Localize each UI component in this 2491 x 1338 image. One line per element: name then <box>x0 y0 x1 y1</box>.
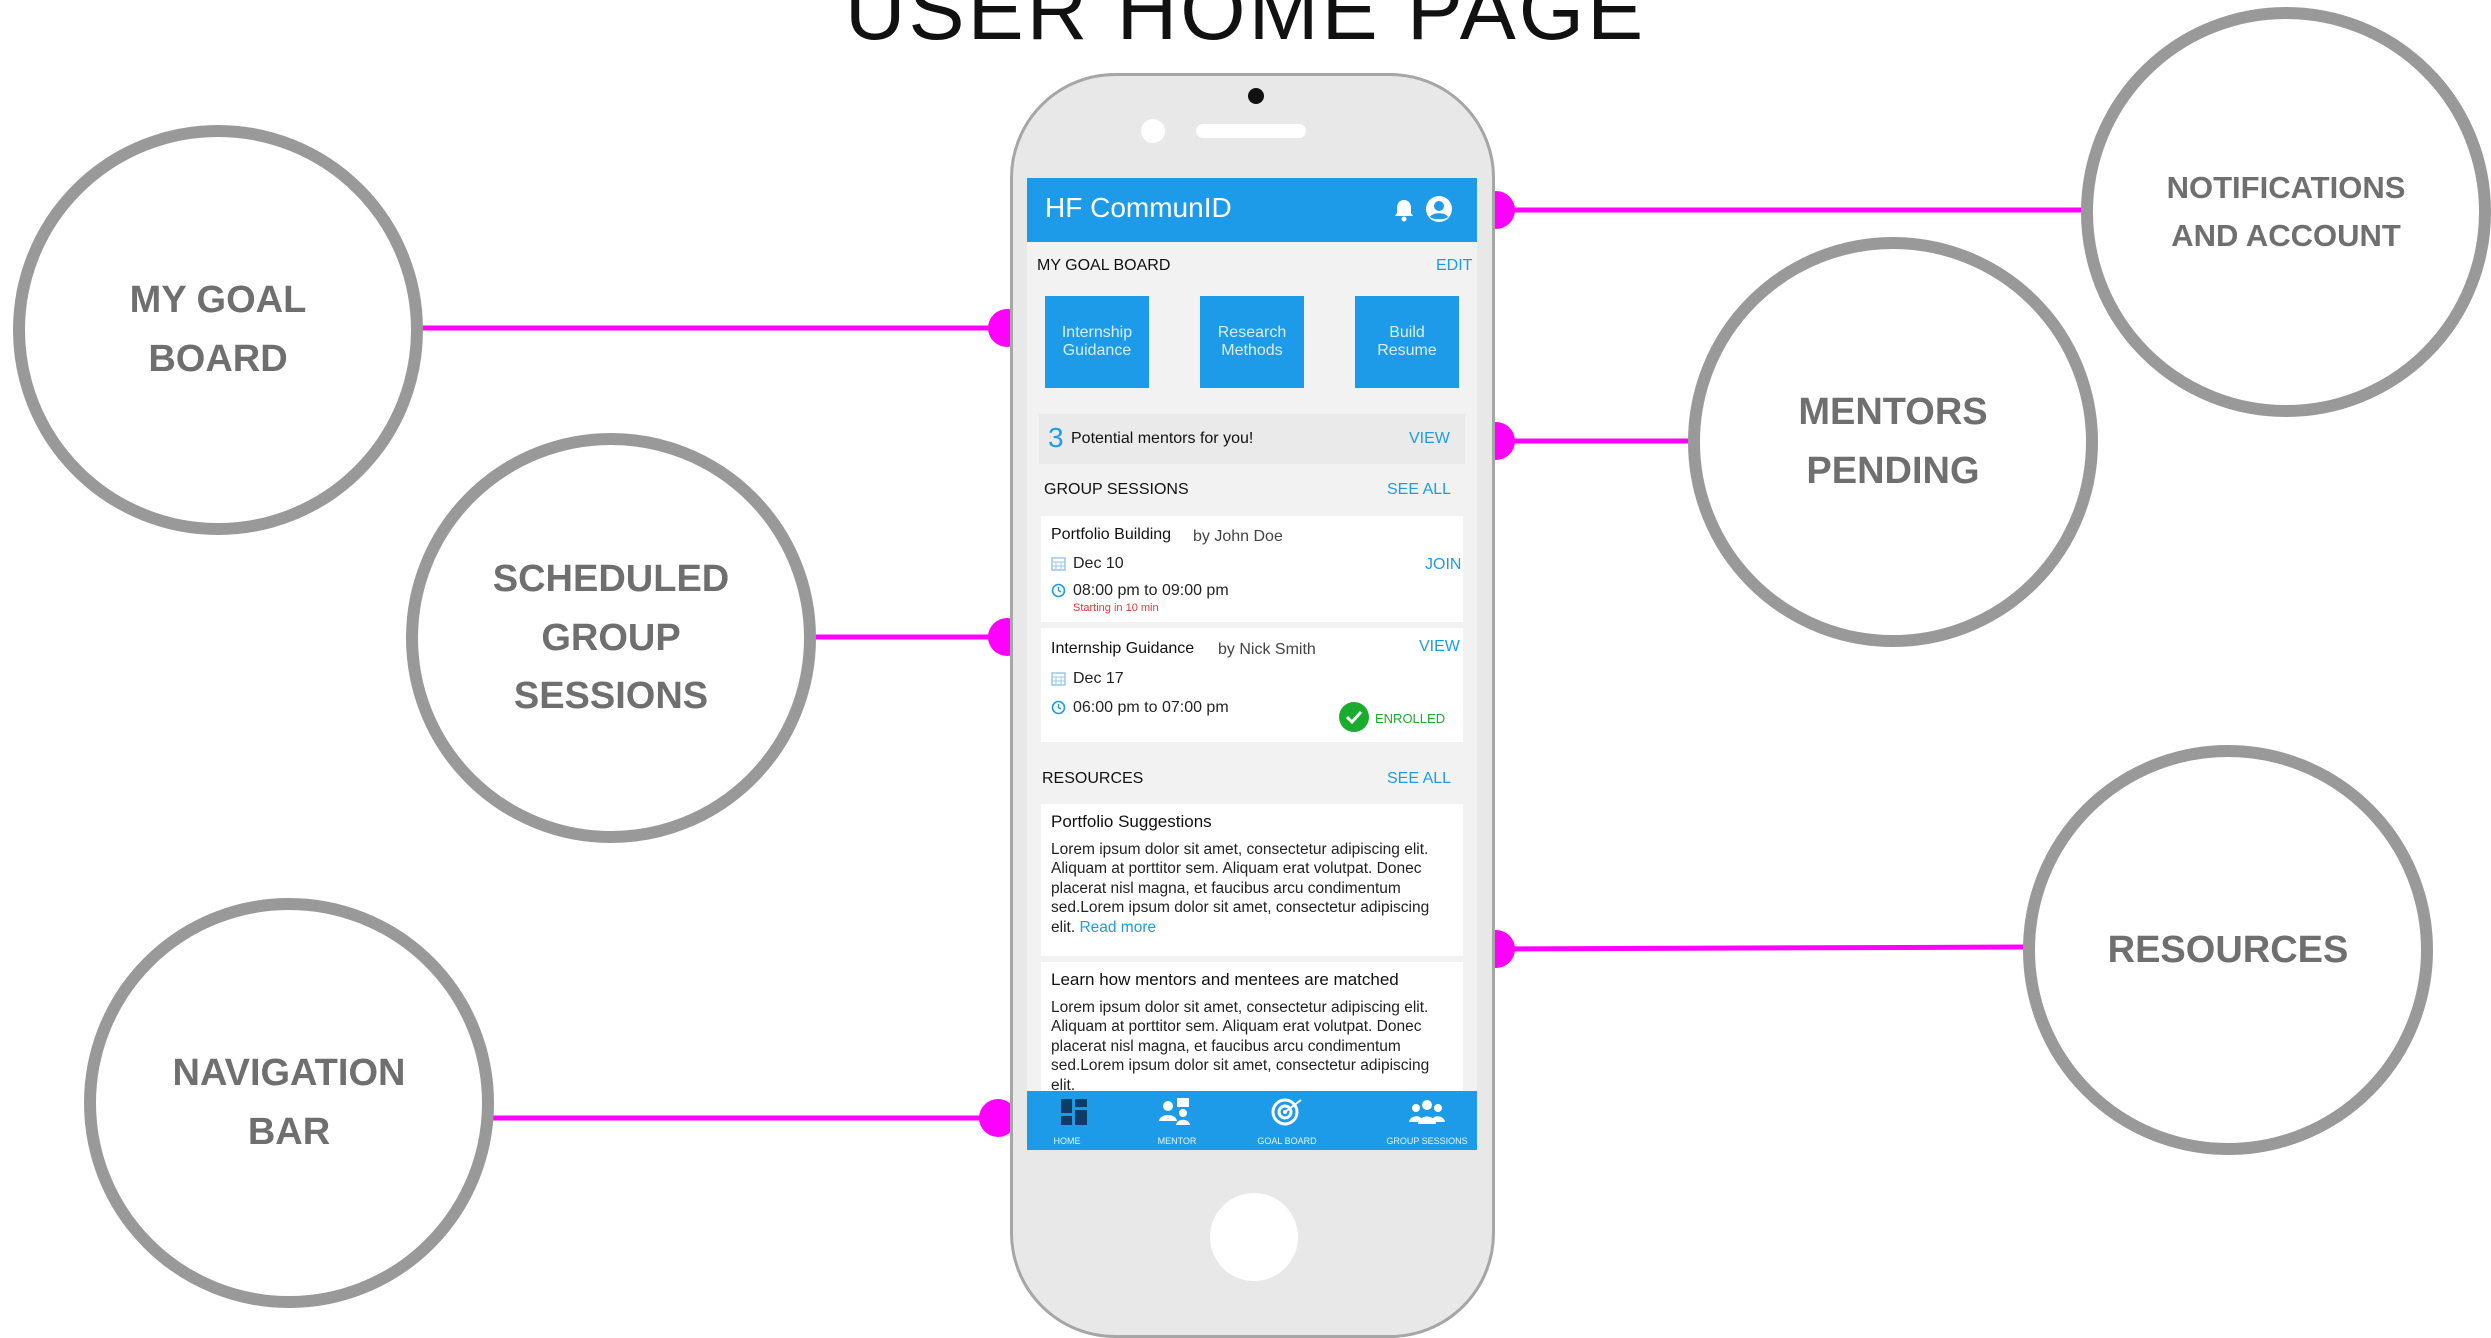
connector-resources <box>1495 944 2026 952</box>
callout-label: NOTIFICATIONS AND ACCOUNT <box>2166 169 2406 253</box>
session-host: by Nick Smith <box>1218 641 1316 658</box>
callout-mentors-pending: MENTORS PENDING <box>1688 237 2098 647</box>
session-start-note: Starting in 10 min <box>1073 602 1159 614</box>
check-icon <box>1339 702 1369 737</box>
callout-label: SCHEDULED GROUP SESSIONS <box>492 557 730 718</box>
app-screen: HF CommunID MY GOAL BOARD EDIT Internshi… <box>1027 178 1477 1150</box>
group-sessions-see-all[interactable]: SEE ALL <box>1387 481 1451 499</box>
resource-title: Learn how mentors and mentees are matche… <box>1051 970 1399 989</box>
callout-my-goal-board: MY GOAL BOARD <box>13 125 423 535</box>
callout-label: MENTORS PENDING <box>1798 391 1988 492</box>
nav-label: GOAL BOARD <box>1257 1136 1317 1146</box>
session-item[interactable]: Internship Guidance by Nick Smith Dec 17… <box>1041 628 1463 742</box>
callout-resources: RESOURCES <box>2023 745 2433 1155</box>
session-join-button[interactable]: JOIN <box>1425 556 1461 574</box>
mentors-text: Potential mentors for you! <box>1071 430 1254 447</box>
resource-body: Lorem ipsum dolor sit amet, consectetur … <box>1051 999 1430 1094</box>
session-item[interactable]: Portfolio Building by John Doe Dec 10 08… <box>1041 516 1463 622</box>
home-icon <box>1059 1097 1089 1132</box>
mentors-card: 3 Potential mentors for you! VIEW <box>1039 414 1465 464</box>
goal-tile-research-methods[interactable]: Research Methods <box>1200 296 1304 388</box>
phone-speaker <box>1196 124 1306 138</box>
mentor-icon <box>1157 1097 1193 1132</box>
session-title: Internship Guidance <box>1051 640 1195 657</box>
session-time: 08:00 pm to 09:00 pm <box>1073 582 1229 599</box>
goal-board-icon <box>1271 1097 1305 1132</box>
navigation-bar: HOME MENTOR GOAL BOARD GROUP SESSIONS <box>1027 1091 1477 1150</box>
resource-item[interactable]: Learn how mentors and mentees are matche… <box>1041 962 1463 1102</box>
resources-label: RESOURCES <box>1042 770 1144 787</box>
account-icon[interactable] <box>1425 195 1453 228</box>
resource-body: Lorem ipsum dolor sit amet, consectetur … <box>1051 840 1455 937</box>
mentors-view-button[interactable]: VIEW <box>1409 430 1450 448</box>
goal-board-label: MY GOAL BOARD <box>1037 257 1171 274</box>
callout-label: NAVIGATION BAR <box>172 1052 406 1153</box>
phone-home-button[interactable] <box>1210 1193 1298 1281</box>
goal-tile-internship-guidance[interactable]: Internship Guidance <box>1045 296 1149 388</box>
calendar-icon <box>1051 671 1066 691</box>
callout-scheduled-group-sessions: SCHEDULED GROUP SESSIONS <box>406 433 816 843</box>
callout-label: MY GOAL BOARD <box>129 279 307 380</box>
phone-camera <box>1248 88 1264 104</box>
nav-label: HOME <box>1053 1136 1081 1146</box>
session-date: Dec 10 <box>1073 555 1124 572</box>
read-more-link[interactable]: Read more <box>1079 919 1156 936</box>
goal-tile-build-resume[interactable]: Build Resume <box>1355 296 1459 388</box>
session-host: by John Doe <box>1193 528 1283 545</box>
session-view-button[interactable]: VIEW <box>1419 638 1460 656</box>
session-time: 06:00 pm to 07:00 pm <box>1073 699 1229 716</box>
nav-label: GROUP SESSIONS <box>1386 1136 1468 1146</box>
app-header: HF CommunID <box>1027 178 1477 242</box>
clock-icon <box>1051 583 1066 603</box>
nav-goal-board[interactable]: GOAL BOARD <box>1237 1091 1337 1150</box>
resource-title: Portfolio Suggestions <box>1051 812 1212 831</box>
calendar-icon <box>1051 556 1066 576</box>
group-sessions-label: GROUP SESSIONS <box>1044 481 1189 498</box>
group-sessions-icon <box>1409 1097 1445 1132</box>
goal-board-edit-button[interactable]: EDIT <box>1436 257 1472 275</box>
nav-mentor[interactable]: MENTOR <box>1127 1091 1227 1150</box>
bell-icon[interactable] <box>1393 198 1415 227</box>
enrolled-status: ENROLLED <box>1375 711 1446 726</box>
phone-sensor <box>1141 119 1165 143</box>
callout-navigation-bar: NAVIGATION BAR <box>84 898 494 1308</box>
session-title: Portfolio Building <box>1051 526 1172 543</box>
callout-notifications-and-account: NOTIFICATIONS AND ACCOUNT <box>2081 7 2491 417</box>
clock-icon <box>1051 700 1066 720</box>
nav-group-sessions[interactable]: GROUP SESSIONS <box>1377 1091 1477 1150</box>
resources-see-all[interactable]: SEE ALL <box>1387 770 1451 788</box>
resource-item[interactable]: Portfolio Suggestions Lorem ipsum dolor … <box>1041 804 1463 956</box>
mentors-count: 3 <box>1048 422 1064 453</box>
nav-label: MENTOR <box>1157 1136 1197 1146</box>
callout-label: RESOURCES <box>2107 928 2349 971</box>
app-title: HF CommunID <box>1045 192 1232 223</box>
session-date: Dec 17 <box>1073 670 1124 687</box>
nav-home[interactable]: HOME <box>1027 1091 1127 1150</box>
